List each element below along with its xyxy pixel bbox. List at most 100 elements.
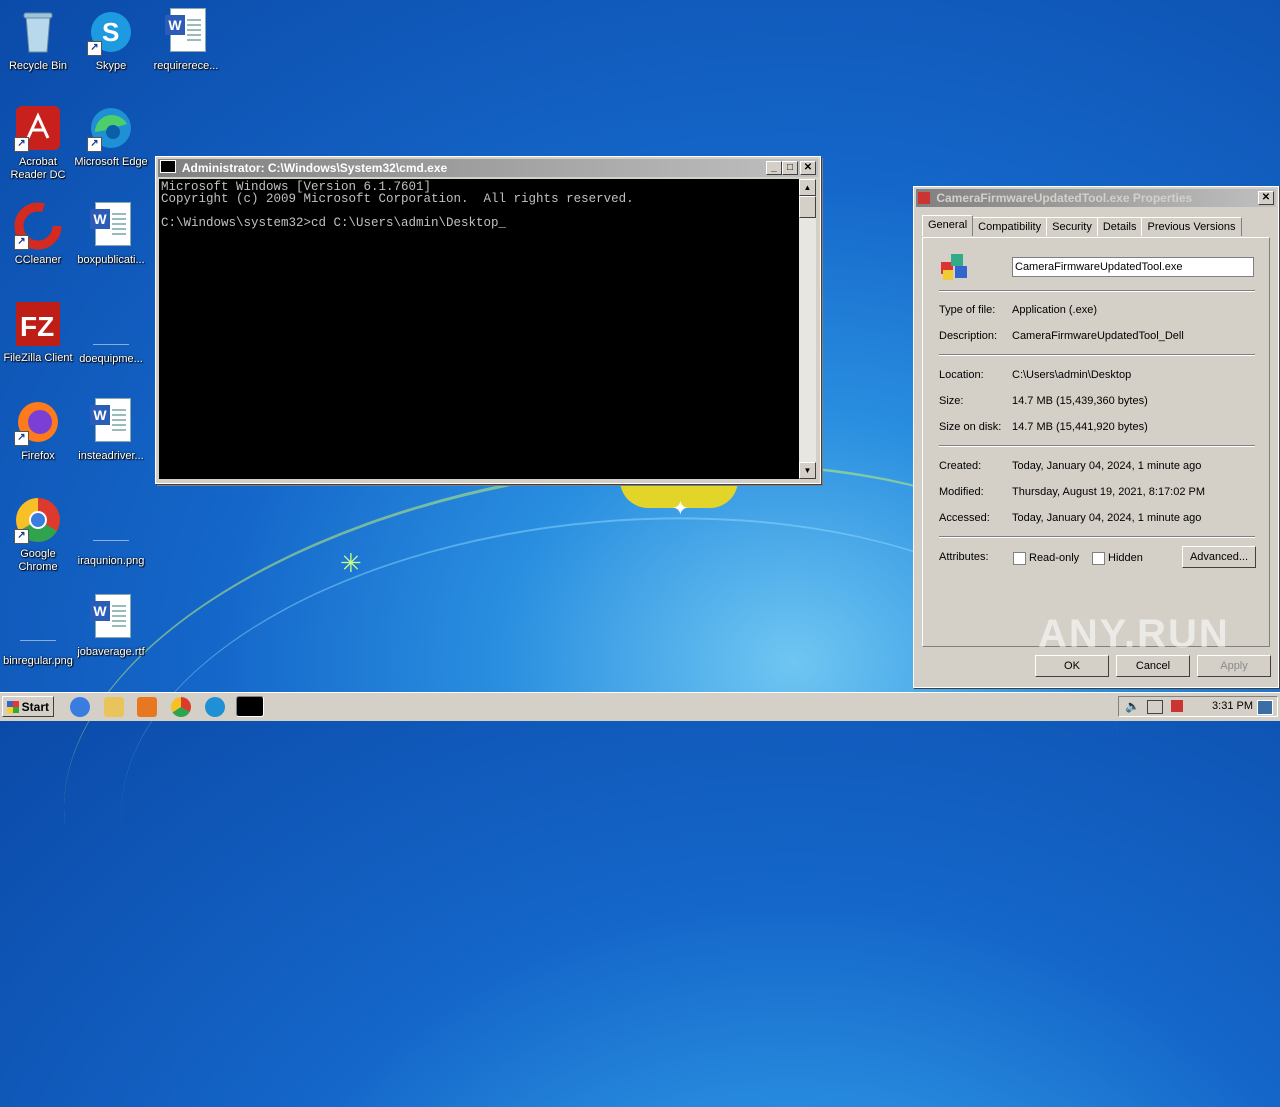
apply-button[interactable]: Apply <box>1197 655 1271 677</box>
desktop-icon-label: Google Chrome <box>18 548 58 573</box>
separator <box>939 445 1255 447</box>
desktop-icon-boxpublication[interactable]: W boxpublicati... <box>73 202 149 267</box>
close-button[interactable]: ✕ <box>1258 191 1274 205</box>
tab-compatibility[interactable]: Compatibility <box>972 217 1048 236</box>
tab-strip: General Compatibility Security Details Previ… <box>922 215 1242 237</box>
desktop-icon-label: jobaverage.rtf <box>77 646 145 658</box>
modified-label: Modified: <box>939 486 984 498</box>
tab-previous-versions[interactable]: Previous Versions <box>1141 217 1242 236</box>
advanced-button[interactable]: Advanced... <box>1182 546 1256 568</box>
security-alert-icon[interactable] <box>1171 700 1183 712</box>
image-file-icon <box>20 622 56 641</box>
separator <box>939 354 1255 356</box>
hidden-checkbox[interactable] <box>1092 552 1105 565</box>
show-desktop-icon[interactable] <box>1257 700 1273 715</box>
clock[interactable]: 3:31 PM <box>1212 700 1253 712</box>
cmd-title: Administrator: C:\Windows\System32\cmd.e… <box>181 161 448 175</box>
desktop-icon-doequipment[interactable]: doequipme... <box>73 312 149 366</box>
file-icon <box>93 326 129 345</box>
minimize-button[interactable]: _ <box>766 161 782 175</box>
location-label: Location: <box>939 369 984 381</box>
close-button[interactable]: ✕ <box>800 161 816 175</box>
scroll-up-icon[interactable]: ▲ <box>799 179 816 196</box>
properties-titlebar[interactable]: CameraFirmwareUpdatedTool.exe Properties… <box>916 189 1276 207</box>
shortcut-arrow-icon: ↗ <box>87 137 102 152</box>
volume-icon[interactable]: 🔈 <box>1125 699 1140 713</box>
description-label: Description: <box>939 330 998 342</box>
readonly-checkbox[interactable] <box>1013 552 1026 565</box>
desktop-icon-requirerece[interactable]: W requirerece... <box>148 8 224 73</box>
internet-explorer-icon[interactable] <box>70 697 90 717</box>
desktop-icon-insteadriver[interactable]: W insteadriver... <box>73 398 149 463</box>
desktop-icon-binregular[interactable]: binregular.png <box>0 608 76 668</box>
edge-icon[interactable] <box>205 697 225 717</box>
cmd-taskbar-button[interactable] <box>236 696 264 717</box>
cancel-button[interactable]: Cancel <box>1116 655 1190 677</box>
application-icon <box>939 252 971 282</box>
desktop-icon-firefox[interactable]: ↗ Firefox <box>0 398 76 463</box>
type-value: Application (.exe) <box>1012 304 1097 316</box>
app-small-icon <box>918 192 930 204</box>
wallpaper-sparkle: ✦ <box>672 498 689 520</box>
media-player-icon[interactable] <box>137 697 157 717</box>
shortcut-arrow-icon: ↗ <box>87 41 102 56</box>
anyrun-watermark: ANY.RUN <box>1038 612 1230 656</box>
scroll-thumb[interactable] <box>799 196 816 218</box>
desktop-icon-recycle-bin[interactable]: Recycle Bin <box>0 8 76 73</box>
separator <box>939 536 1255 538</box>
tab-general[interactable]: General <box>922 215 974 236</box>
desktop-icon-label: iraqunion.png <box>77 555 145 567</box>
accessed-value: Today, January 04, 2024, 1 minute ago <box>1012 512 1202 524</box>
skype-icon: S ↗ <box>87 8 135 56</box>
console-output[interactable]: Microsoft Windows [Version 6.1.7601] Cop… <box>159 179 799 479</box>
cmd-window[interactable]: Administrator: C:\Windows\System32\cmd.e… <box>155 156 821 484</box>
start-label: Start <box>21 700 49 714</box>
desktop-icon-chrome[interactable]: ↗ Google Chrome <box>0 496 76 574</box>
network-icon[interactable] <box>1147 700 1163 714</box>
desktop-icon-filezilla[interactable]: FZ FileZilla Client <box>0 300 76 365</box>
size-value: 14.7 MB (15,439,360 bytes) <box>1012 395 1148 407</box>
shortcut-arrow-icon: ↗ <box>14 529 29 544</box>
tab-details[interactable]: Details <box>1096 217 1143 236</box>
location-value: C:\Users\admin\Desktop <box>1012 369 1132 381</box>
ok-button[interactable]: OK <box>1035 655 1109 677</box>
shortcut-arrow-icon: ↗ <box>14 235 29 250</box>
type-label: Type of file: <box>939 304 996 316</box>
start-button[interactable]: Start <box>2 696 54 717</box>
svg-text:S: S <box>102 17 119 47</box>
size-on-disk-value: 14.7 MB (15,441,920 bytes) <box>1012 421 1148 433</box>
desktop-icon-acrobat[interactable]: ↗ Acrobat Reader DC <box>0 104 76 182</box>
explorer-folder-icon[interactable] <box>104 697 124 717</box>
vertical-scrollbar[interactable]: ▲ ▼ <box>799 179 816 479</box>
chrome-icon: ↗ <box>14 496 62 544</box>
wallpaper-sparkle: ✳ <box>340 548 362 578</box>
filename-field[interactable]: CameraFirmwareUpdatedTool.exe <box>1012 257 1254 277</box>
word-document-icon: W <box>87 398 135 446</box>
properties-title: CameraFirmwareUpdatedTool.exe Properties <box>936 191 1193 205</box>
desktop-icon-label: Firefox <box>21 450 55 462</box>
created-label: Created: <box>939 460 982 472</box>
desktop-icon-label: binregular.png <box>3 655 73 667</box>
shortcut-arrow-icon: ↗ <box>14 431 29 446</box>
desktop-icon-edge[interactable]: ↗ Microsoft Edge <box>73 104 149 169</box>
hidden-label: Hidden <box>1108 552 1143 564</box>
created-value: Today, January 04, 2024, 1 minute ago <box>1012 460 1202 472</box>
cmd-titlebar[interactable]: Administrator: C:\Windows\System32\cmd.e… <box>158 159 818 177</box>
desktop-icon-label: doequipme... <box>79 353 143 365</box>
modified-value: Thursday, August 19, 2021, 8:17:02 PM <box>1012 486 1206 498</box>
desktop-icon-skype[interactable]: S ↗ Skype <box>73 8 149 73</box>
desktop-icon-label: Recycle Bin <box>8 60 68 72</box>
maximize-button[interactable]: □ <box>782 161 798 175</box>
desktop-icon-label: FileZilla Client <box>3 352 73 364</box>
edge-icon: ↗ <box>87 104 135 152</box>
scroll-down-icon[interactable]: ▼ <box>799 462 816 479</box>
desktop-icon-ccleaner[interactable]: ↗ CCleaner <box>0 202 76 267</box>
word-document-icon: W <box>162 8 210 56</box>
desktop-icon-label: Microsoft Edge <box>74 156 148 168</box>
desktop-icon-jobaverage[interactable]: W jobaverage.rtf <box>73 594 149 659</box>
description-value: CameraFirmwareUpdatedTool_Dell <box>1012 330 1184 342</box>
desktop-icon-iraqunion[interactable]: iraqunion.png <box>73 508 149 568</box>
taskbar: Start 🔈 3:31 PM <box>0 692 1280 721</box>
tab-security[interactable]: Security <box>1046 217 1098 236</box>
chrome-icon[interactable] <box>171 697 191 717</box>
